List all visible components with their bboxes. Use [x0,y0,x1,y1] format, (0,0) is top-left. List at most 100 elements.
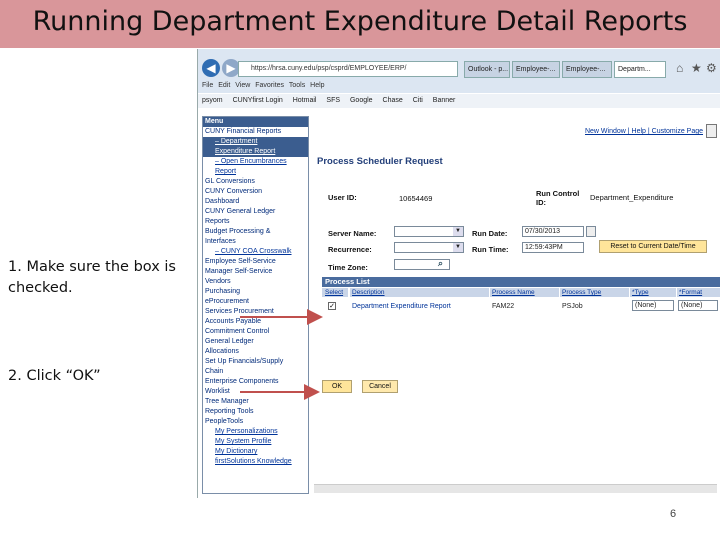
fav-chase[interactable]: Chase [383,97,403,104]
menu-item[interactable]: General Ledger [203,337,308,347]
address-bar[interactable]: https://hrsa.cuny.edu/psp/csprd/EMPLOYEE… [238,61,458,77]
menu-item[interactable]: Reports [203,217,308,227]
menu-item[interactable]: Manager Self-Service [203,267,308,277]
tab-employee-2[interactable]: Employee-... [562,61,612,78]
cancel-button[interactable]: Cancel [362,380,398,393]
top-links[interactable]: New Window | Help | Customize Page [585,128,703,135]
menu-tools[interactable]: Tools [289,82,305,89]
menu-item[interactable]: Commitment Control [203,327,308,337]
chevron-down-icon: ▼ [453,227,463,236]
menu-item[interactable]: Vendors [203,277,308,287]
menu-items: CUNY Financial Reports – Department Expend… [203,127,308,467]
fav-psyom[interactable]: psyom [202,97,223,104]
menu-item[interactable]: Purchasing [203,287,308,297]
menu-item[interactable]: CUNY General Ledger [203,207,308,217]
col-description[interactable]: Description [350,288,489,297]
run-date-field[interactable]: 07/30/2013 [522,226,584,237]
run-time-field[interactable]: 12:59:43PM [522,242,584,253]
recurrence-label: Recurrence: [328,245,372,254]
instruction-check-box: 1. Make sure the box is checked. [8,259,176,296]
gear-icon[interactable]: ⚙ [706,61,717,75]
menu-item[interactable]: GL Conversions [203,177,308,187]
menu-item[interactable]: Dashboard [203,197,308,207]
run-time-label: Run Time: [472,245,509,254]
menu-file[interactable]: File [202,82,213,89]
help-icon[interactable] [706,124,717,138]
col-select[interactable]: Select [322,288,348,297]
server-name-select[interactable]: ▼ [394,226,464,237]
menu-item[interactable]: PeopleTools [203,417,308,427]
col-process-type[interactable]: Process Type [560,288,629,297]
menu-favorites[interactable]: Favorites [255,82,284,89]
menu-item[interactable]: Reporting Tools [203,407,308,417]
menu-item[interactable]: Enterprise Components [203,377,308,387]
recurrence-select[interactable]: ▼ [394,242,464,253]
reset-datetime-button[interactable]: Reset to Current Date/Time [599,240,707,253]
tab-employee-1[interactable]: Employee-... [512,61,560,78]
menu-item[interactable]: firstSolutions Knowledge [203,457,308,467]
menu-item[interactable]: Employee Self-Service [203,257,308,267]
row-format-select[interactable]: (None) [678,300,718,311]
menu-item[interactable]: Report [203,167,308,177]
menu-item[interactable]: Allocations [203,347,308,357]
main-content: New Window | Help | Customize Page Proce… [314,116,720,494]
browser-chrome: ◀ ▶ https://hrsa.cuny.edu/psp/csprd/EMPL… [198,49,720,93]
menu-item[interactable]: CUNY Financial Reports [203,127,308,137]
menu-help[interactable]: Help [310,82,324,89]
select-checkbox[interactable]: ✓ [328,302,336,310]
menu-item[interactable]: Budget Processing & [203,227,308,237]
calendar-icon[interactable] [586,226,596,237]
run-date-value: 07/30/2013 [525,228,561,235]
fav-citi[interactable]: Citi [413,97,423,104]
menu-item[interactable]: Interfaces [203,237,308,247]
menu-item[interactable]: My System Profile [203,437,308,447]
favorites-bar: psyom CUNYfirst Login Hotmail SFS Google… [198,94,720,108]
browser-menubar: File Edit View Favorites Tools Help [202,82,325,89]
menu-item[interactable]: Expenditure Report [203,147,308,157]
time-zone-label: Time Zone: [328,263,368,272]
menu-item[interactable]: My Dictionary [203,447,308,457]
run-date-label: Run Date: [472,229,508,238]
menu-edit[interactable]: Edit [218,82,230,89]
star-icon[interactable]: ★ [691,61,702,75]
menu-item[interactable]: eProcurement [203,297,308,307]
fav-sfs[interactable]: SFS [326,97,340,104]
slide-title: Running Department Expenditure Detail Re… [32,6,688,37]
horizontal-scrollbar[interactable] [314,484,717,493]
col-format[interactable]: *Format [677,288,720,297]
menu-view[interactable]: View [235,82,250,89]
chevron-down-icon: ▼ [453,243,463,252]
process-list-header: Process List [322,277,720,287]
fav-hotmail[interactable]: Hotmail [293,97,317,104]
col-process-name[interactable]: Process Name [490,288,559,297]
menu-item[interactable]: – Department [203,137,308,147]
ok-button[interactable]: OK [322,380,352,393]
tab-department[interactable]: Departm... [614,61,666,78]
menu-item[interactable]: Worklist [203,387,308,397]
menu-item[interactable]: Accounts Payable [203,317,308,327]
menu-item[interactable]: My Personalizations [203,427,308,437]
fav-google[interactable]: Google [350,97,373,104]
home-icon[interactable]: ⌂ [676,61,683,75]
menu-item[interactable]: – Open Encumbrances [203,157,308,167]
page-title: Process Scheduler Request [317,156,443,167]
fav-cunyfirst[interactable]: CUNYfirst Login [233,97,283,104]
menu-item[interactable]: Services Procurement [203,307,308,317]
menu-item[interactable]: Chain [203,367,308,377]
search-icon[interactable]: ⌕ [438,259,443,268]
row-process-name: FAM22 [492,303,515,310]
row-type-select[interactable]: (None) [632,300,674,311]
col-type[interactable]: *Type [630,288,676,297]
fav-banner[interactable]: Banner [433,97,456,104]
tab-outlook[interactable]: Outlook - p... [464,61,510,78]
menu-item[interactable]: Tree Manager [203,397,308,407]
user-id-value: 10654469 [399,194,433,203]
menu-item[interactable]: – CUNY COA Crosswalk [203,247,308,257]
menu-header: Menu [203,117,308,127]
run-control-label: Run Control ID: [536,189,580,207]
menu-item[interactable]: CUNY Conversion [203,187,308,197]
row-description[interactable]: Department Expenditure Report [352,302,451,311]
user-id-label: User ID: [328,193,357,202]
back-icon[interactable]: ◀ [202,59,220,77]
menu-item[interactable]: Set Up Financials/Supply [203,357,308,367]
